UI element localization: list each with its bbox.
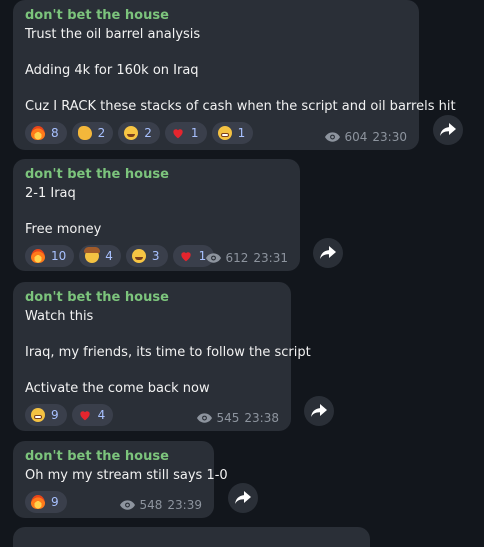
- message-line: [25, 44, 407, 62]
- message-author[interactable]: don't bet the house: [25, 6, 407, 26]
- reaction-count: 2: [144, 126, 152, 140]
- message-partial: [13, 527, 370, 547]
- heart-icon: [173, 129, 183, 139]
- view-count: 545: [216, 411, 240, 425]
- message-line: Watch this: [25, 309, 94, 324]
- eye-icon: [119, 500, 135, 510]
- fire-icon: [31, 495, 45, 509]
- reaction-fire[interactable]: 10: [25, 245, 75, 267]
- share-button[interactable]: [304, 396, 334, 426]
- reaction-count: 4: [97, 408, 106, 422]
- message-line: Cuz I RACK these stacks of cash when the…: [25, 99, 456, 114]
- grin-icon: [31, 408, 45, 422]
- message-time: 23:39: [167, 498, 202, 512]
- message: don't bet the house Watch this Iraq, my …: [13, 282, 311, 431]
- message-line: 2-1 Iraq: [25, 186, 76, 201]
- message: don't bet the house 2-1 Iraq Free money …: [13, 159, 300, 271]
- reaction-fire[interactable]: 9: [25, 491, 67, 513]
- reaction-count: 10: [51, 249, 67, 263]
- message-line: Trust the oil barrel analysis: [25, 27, 201, 42]
- message-meta: 604 23:30: [324, 130, 407, 144]
- message-author[interactable]: don't bet the house: [25, 165, 288, 185]
- share-arrow-icon: [311, 404, 327, 417]
- reaction-count: 3: [151, 249, 160, 263]
- message-time: 23:30: [372, 130, 407, 144]
- eye-icon: [205, 253, 221, 263]
- laugh-icon: [124, 126, 139, 140]
- message-time: 23:38: [244, 411, 279, 425]
- fire-icon: [31, 126, 45, 140]
- message-line: Adding 4k for 160k on Iraq: [25, 63, 199, 78]
- message: don't bet the house Oh my my stream stil…: [13, 441, 228, 518]
- reaction-grin[interactable]: 1: [211, 122, 254, 144]
- share-button[interactable]: [228, 483, 258, 513]
- cowboy-icon: [84, 247, 101, 263]
- view-count: 548: [139, 498, 163, 512]
- message-meta: 545 23:38: [196, 411, 279, 425]
- message-author[interactable]: don't bet the house: [25, 288, 279, 308]
- share-button[interactable]: [433, 115, 463, 145]
- reaction-cowboy[interactable]: 4: [79, 245, 121, 267]
- view-count: 612: [225, 251, 249, 265]
- reaction-grin[interactable]: 9: [25, 404, 67, 426]
- share-arrow-icon: [320, 246, 336, 259]
- reaction-count: 1: [237, 126, 246, 140]
- share-arrow-icon: [235, 491, 251, 504]
- message-meta: 548 23:39: [119, 498, 202, 512]
- share-arrow-icon: [440, 123, 456, 136]
- message-line: Free money: [25, 222, 102, 237]
- reaction-laugh[interactable]: 2: [118, 122, 160, 144]
- grin-icon: [217, 126, 232, 140]
- reaction-laugh[interactable]: 3: [125, 245, 168, 267]
- eye-icon: [196, 413, 212, 423]
- heart-icon: [79, 411, 90, 421]
- message-author[interactable]: don't bet the house: [25, 447, 202, 467]
- reaction-count: 9: [51, 408, 59, 422]
- message-time: 23:31: [253, 251, 288, 265]
- heart-icon: [180, 252, 191, 262]
- reaction-count: 9: [51, 495, 59, 509]
- reaction-count: 4: [105, 249, 113, 263]
- reaction-heart[interactable]: 4: [71, 404, 114, 426]
- fire-icon: [31, 249, 45, 263]
- message-line: Iraq, my friends, its time to follow the…: [25, 345, 311, 360]
- reaction-count: 2: [97, 126, 106, 140]
- message-meta: 612 23:31: [205, 251, 288, 265]
- message-line: [25, 203, 288, 221]
- message-line: [25, 362, 279, 380]
- message-line: [25, 80, 407, 98]
- message: don't bet the house Trust the oil barrel…: [13, 0, 456, 150]
- reaction-count: 1: [190, 126, 199, 140]
- message-line: Activate the come back now: [25, 381, 210, 396]
- reaction-heart[interactable]: 1: [164, 122, 207, 144]
- laugh-icon: [131, 249, 146, 263]
- eye-icon: [324, 132, 340, 142]
- reaction-fire[interactable]: 8: [25, 122, 67, 144]
- share-button[interactable]: [313, 238, 343, 268]
- reaction-count: 8: [51, 126, 59, 140]
- clap-icon: [77, 126, 92, 140]
- reaction-clap[interactable]: 2: [71, 122, 114, 144]
- view-count: 604: [344, 130, 368, 144]
- message-line: Oh my my stream still says 1-0: [25, 468, 228, 483]
- message-line: [25, 326, 279, 344]
